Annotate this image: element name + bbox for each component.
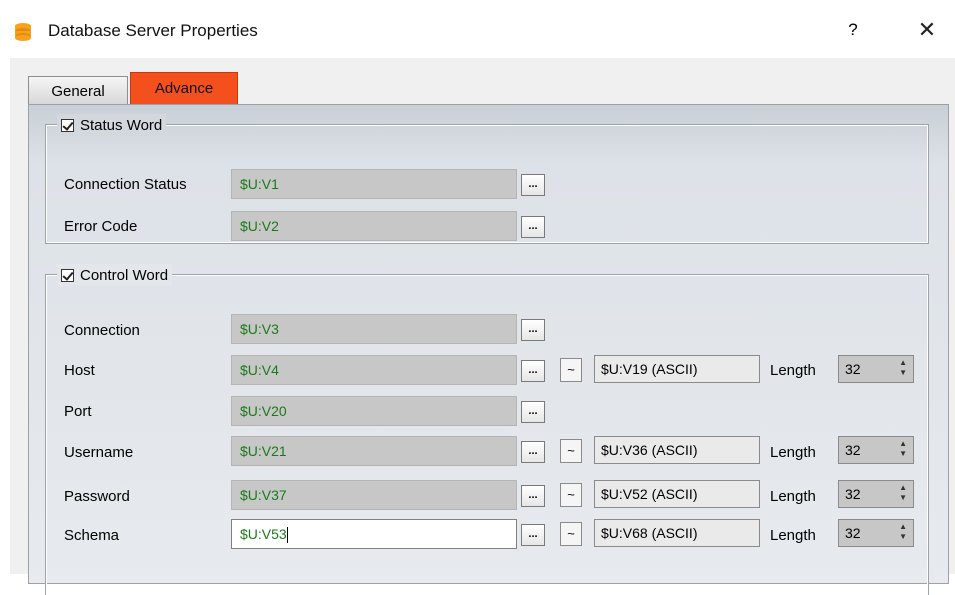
help-button[interactable]: ? [838,16,868,44]
host-length-value: 32 [845,361,861,377]
error-code-label: Error Code [64,218,138,235]
schema-length-spinner[interactable]: 32 ▲ ▼ [838,519,914,547]
username-browse-button[interactable]: ... [521,441,545,463]
host-length-label: Length [770,362,816,379]
spinner-arrows-icon[interactable]: ▲ ▼ [899,522,907,542]
tab-advance[interactable]: Advance [130,72,238,104]
username-length-value: 32 [845,442,861,458]
connection-browse-button[interactable]: ... [521,319,545,341]
schema-field-value: $U:V53 [240,526,287,542]
host-label: Host [64,362,95,379]
database-icon [15,23,31,41]
password-length-value: 32 [845,486,861,502]
host-length-spinner[interactable]: 32 ▲ ▼ [838,355,914,383]
close-button[interactable]: ✕ [912,16,942,44]
host-tilde: ~ [560,358,582,382]
username-label: Username [64,444,134,461]
status-word-label: Status Word [80,116,163,134]
spinner-arrows-icon[interactable]: ▲ ▼ [899,358,907,378]
password-field[interactable]: $U:V37 [231,480,517,510]
control-word-group: Control Word Connection $U:V3 ... Host $… [45,264,929,595]
status-word-legend: Status Word [57,114,167,136]
error-code-field[interactable]: $U:V2 [231,211,517,241]
password-label: Password [64,488,130,505]
schema-field[interactable]: $U:V53 [231,519,517,549]
control-word-legend: Control Word [57,264,173,286]
schema-length-label: Length [770,527,816,544]
password-length-label: Length [770,488,816,505]
username-field[interactable]: $U:V21 [231,436,517,466]
port-label: Port [64,403,92,420]
host-field[interactable]: $U:V4 [231,355,517,385]
port-browse-button[interactable]: ... [521,401,545,423]
connection-status-label: Connection Status [64,176,187,193]
tab-general[interactable]: General [28,76,128,104]
spinner-arrows-icon[interactable]: ▲ ▼ [899,483,907,503]
status-word-group: Status Word Connection Status $U:V1 ... … [45,114,929,244]
text-caret [286,527,288,544]
connection-field[interactable]: $U:V3 [231,314,517,344]
username-range-end: $U:V36 (ASCII) [594,436,760,464]
password-tilde: ~ [560,483,582,507]
password-browse-button[interactable]: ... [521,485,545,507]
password-range-end: $U:V52 (ASCII) [594,480,760,508]
password-length-spinner[interactable]: 32 ▲ ▼ [838,480,914,508]
window-title: Database Server Properties [48,21,258,40]
control-word-checkbox[interactable] [61,268,74,282]
username-length-spinner[interactable]: 32 ▲ ▼ [838,436,914,464]
username-length-label: Length [770,444,816,461]
control-word-label: Control Word [80,266,169,284]
title-bar: Database Server Properties ? ✕ [0,0,955,58]
spinner-arrows-icon[interactable]: ▲ ▼ [899,439,907,459]
status-word-checkbox[interactable] [61,118,74,132]
host-range-end: $U:V19 (ASCII) [594,355,760,383]
schema-browse-button[interactable]: ... [521,524,545,546]
schema-label: Schema [64,527,120,544]
schema-length-value: 32 [845,525,861,541]
username-tilde: ~ [560,439,582,463]
connection-status-field[interactable]: $U:V1 [231,169,517,199]
schema-tilde: ~ [560,522,582,546]
connection-label: Connection [64,322,140,339]
dialog-body: General Advance Status Word Connection S… [10,58,955,595]
host-browse-button[interactable]: ... [521,360,545,382]
schema-range-end: $U:V68 (ASCII) [594,519,760,547]
error-code-browse-button[interactable]: ... [521,216,545,238]
port-field[interactable]: $U:V20 [231,396,517,426]
connection-status-browse-button[interactable]: ... [521,174,545,196]
advance-panel: Status Word Connection Status $U:V1 ... … [28,104,949,595]
